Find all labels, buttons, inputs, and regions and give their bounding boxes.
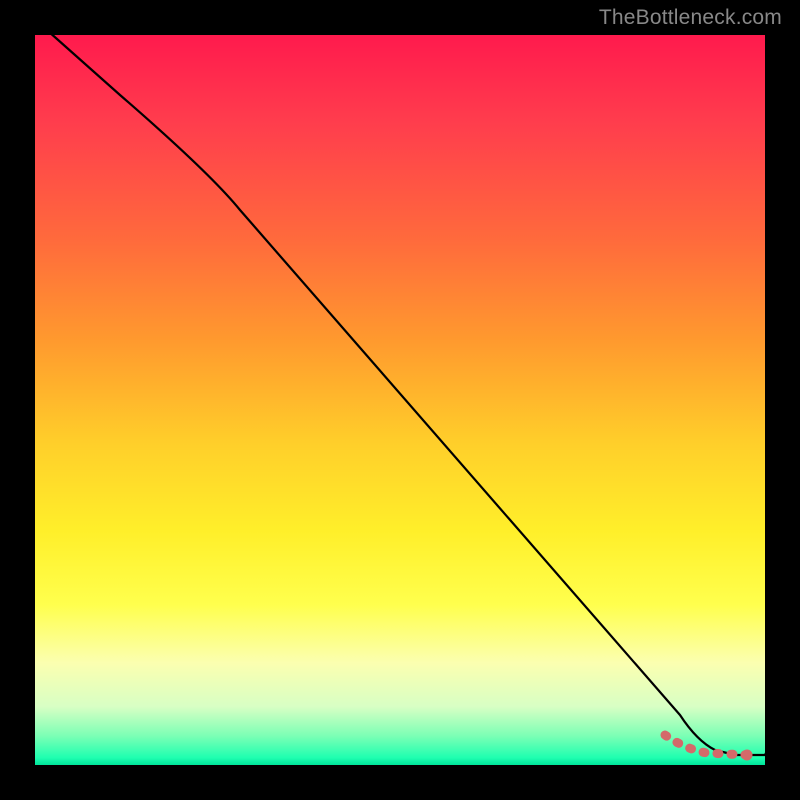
watermark-text: TheBottleneck.com bbox=[599, 6, 782, 30]
series-curve bbox=[30, 15, 775, 755]
chart-overlay bbox=[35, 35, 765, 765]
chart-frame: TheBottleneck.com bbox=[0, 0, 800, 800]
highlight-end-dot bbox=[742, 750, 753, 761]
